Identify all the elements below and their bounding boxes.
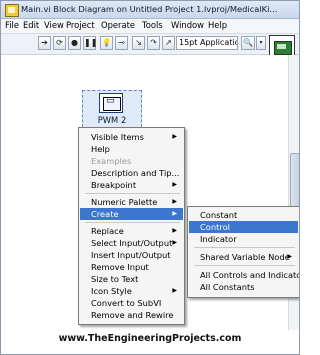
- chevron-down-icon[interactable]: ▾: [256, 36, 266, 50]
- menu-item-size-to-text[interactable]: Size to Text: [80, 273, 183, 285]
- submenu-arrow-icon: ▶: [172, 198, 177, 205]
- menu-item-numeric-palette[interactable]: Numeric Palette ▶: [80, 196, 183, 208]
- menu-help[interactable]: Help: [206, 20, 229, 30]
- menu-item-convert-to-subvi[interactable]: Convert to SubVI: [80, 297, 183, 309]
- block-diagram-app-icon: [5, 4, 19, 17]
- run-arrow-icon[interactable]: ➔: [38, 36, 51, 50]
- search-icon[interactable]: 🔍: [241, 36, 255, 50]
- submenu-item-indicator[interactable]: Indicator: [189, 233, 298, 245]
- menu-separator: [194, 265, 295, 266]
- submenu-arrow-icon: ▶: [172, 239, 177, 246]
- menu-item-create[interactable]: Create ▶: [80, 208, 183, 220]
- abort-icon[interactable]: ●: [68, 36, 81, 50]
- submenu-arrow-icon: ▶: [287, 253, 292, 260]
- menu-separator: [194, 247, 295, 248]
- text-settings-dropdown[interactable]: 15pt Application: [176, 36, 238, 50]
- step-over-icon[interactable]: ↷: [147, 36, 160, 50]
- retain-wire-values-icon[interactable]: ⊸: [115, 36, 128, 50]
- menu-file[interactable]: File: [3, 20, 21, 30]
- run-continuously-icon[interactable]: ⟳: [53, 36, 66, 50]
- submenu-item-constant[interactable]: Constant: [189, 209, 298, 221]
- submenu-item-shared-variable-node[interactable]: Shared Variable Node ▶: [189, 251, 298, 263]
- submenu-arrow-icon: ▶: [172, 227, 177, 234]
- menu-tools[interactable]: Tools: [140, 20, 165, 30]
- pause-icon[interactable]: ❚❚: [83, 36, 97, 50]
- website-watermark: www.TheEngineeringProjects.com: [58, 333, 242, 344]
- submenu-item-control[interactable]: Control: [189, 221, 298, 233]
- submenu-arrow-icon: ▶: [172, 133, 177, 140]
- menu-window[interactable]: Window: [169, 20, 206, 30]
- menu-item-replace[interactable]: Replace ▶: [80, 225, 183, 237]
- menu-item-description-and-tip[interactable]: Description and Tip...: [80, 167, 183, 179]
- menu-separator: [85, 222, 180, 223]
- labview-window: Main.vi Block Diagram on Untitled Projec…: [0, 0, 300, 355]
- window-title: Main.vi Block Diagram on Untitled Projec…: [21, 4, 278, 14]
- step-into-icon[interactable]: ↘: [132, 36, 145, 50]
- menu-operate[interactable]: Operate: [99, 20, 137, 30]
- title-bar: Main.vi Block Diagram on Untitled Projec…: [1, 1, 299, 19]
- submenu-arrow-icon: ▶: [172, 181, 177, 188]
- menu-item-examples: Examples: [91, 156, 132, 166]
- menu-item-help[interactable]: Help: [80, 143, 183, 155]
- menu-item-insert-input-output[interactable]: Insert Input/Output: [80, 249, 183, 261]
- node-label: PWM 2: [97, 115, 127, 125]
- menu-bar: File Edit View Project Operate Tools Win…: [1, 19, 299, 34]
- menu-separator: [85, 193, 180, 194]
- menu-item-breakpoint[interactable]: Breakpoint ▶: [80, 179, 183, 191]
- menu-project[interactable]: Project: [64, 20, 97, 30]
- submenu-item-all-controls-and-indicators[interactable]: All Controls and Indicators: [189, 269, 299, 281]
- create-submenu: Constant Control Indicator Shared Variab…: [187, 206, 299, 298]
- menu-item-remove-and-rewire[interactable]: Remove and Rewire: [80, 309, 183, 321]
- highlight-execution-icon[interactable]: 💡: [100, 36, 113, 50]
- submenu-arrow-icon: ▶: [172, 287, 177, 294]
- menu-view[interactable]: View: [42, 20, 66, 30]
- toolbar: ➔ ⟳ ● ❚❚ 💡 ⊸ ↘ ↷ ↗ 15pt Application 🔍 ▾: [1, 34, 299, 61]
- pwm-node-icon[interactable]: [99, 93, 123, 113]
- submenu-arrow-icon: ▶: [172, 210, 177, 217]
- menu-item-remove-input[interactable]: Remove Input: [80, 261, 183, 273]
- menu-item-visible-items[interactable]: Visible Items ▶: [80, 131, 183, 143]
- menu-edit[interactable]: Edit: [21, 20, 41, 30]
- step-out-icon[interactable]: ↗: [162, 36, 175, 50]
- menu-item-icon-style[interactable]: Icon Style ▶: [80, 285, 183, 297]
- submenu-item-all-constants[interactable]: All Constants: [189, 281, 298, 293]
- menu-item-select-input-output[interactable]: Select Input/Output ▶: [80, 237, 183, 249]
- context-menu: Visible Items ▶ Help Examples Description…: [78, 127, 185, 325]
